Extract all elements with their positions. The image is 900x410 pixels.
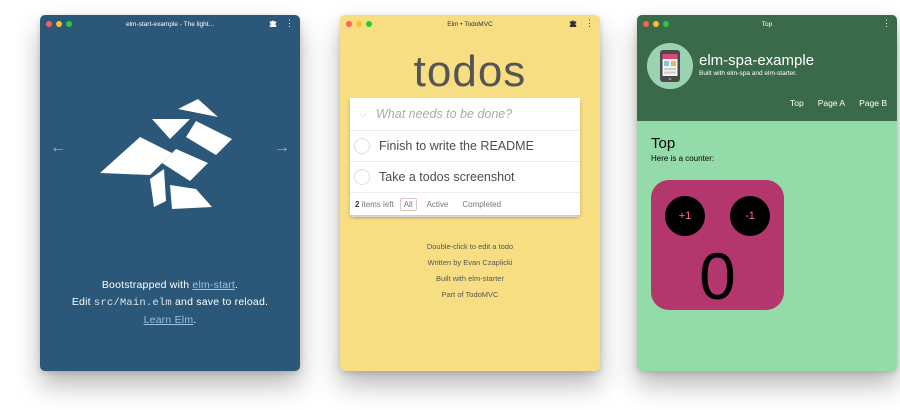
- items-left-count: 2 items left: [355, 199, 394, 209]
- app-title: todos: [413, 47, 527, 96]
- new-todo-input[interactable]: [376, 107, 580, 121]
- todo-item[interactable]: Take a todos screenshot: [350, 162, 580, 193]
- titlebar[interactable]: elm-start-example - The light... ⋮: [40, 15, 300, 33]
- todo-footer: 2 items left All Active Completed: [350, 193, 580, 215]
- menu-dots-icon[interactable]: ⋮: [585, 19, 594, 28]
- main-nav: Top Page A Page B: [790, 98, 887, 108]
- learn-elm-link[interactable]: Learn Elm: [144, 314, 194, 326]
- info-line: Built with elm-starter: [436, 274, 504, 283]
- titlebar-icons: ⋮: [269, 19, 294, 28]
- info-line: Double-click to edit a todo: [426, 242, 514, 251]
- window-title: Top: [761, 20, 773, 28]
- window-elm-spa: Top ⋮ elm-spa-example Built with elm-spa…: [637, 15, 897, 371]
- close-dot-icon[interactable]: [346, 21, 352, 27]
- minimize-dot-icon[interactable]: [56, 21, 62, 27]
- todo-item[interactable]: Finish to write the README: [350, 131, 580, 162]
- minimize-dot-icon[interactable]: [653, 21, 659, 27]
- window-elm-start: elm-start-example - The light... ⋮ ← → B…: [40, 15, 300, 371]
- counter-value: 0: [699, 239, 736, 313]
- elm-logo-icon: [100, 99, 232, 209]
- todo-label: Take a todos screenshot: [379, 170, 515, 184]
- app-name: elm-spa-example: [699, 52, 815, 69]
- arrow-right-icon[interactable]: →: [274, 139, 290, 157]
- main-file-path: src/Main.elm: [93, 297, 172, 309]
- menu-dots-icon[interactable]: ⋮: [882, 19, 891, 28]
- puzzle-icon[interactable]: [269, 19, 277, 27]
- titlebar[interactable]: Elm • TodoMVC ⋮: [340, 15, 600, 33]
- menu-dots-icon[interactable]: ⋮: [285, 19, 294, 28]
- app-subtitle: Built with elm-spa and elm-starter.: [699, 70, 797, 77]
- counter-widget: +1 -1 0: [651, 180, 784, 313]
- window-controls: [46, 21, 72, 27]
- info-footer: Double-click to edit a todo Written by E…: [340, 239, 600, 303]
- info-line: Written by Evan Czaplicki: [427, 258, 513, 267]
- info-line-1: Bootstrapped with elm-start.: [101, 279, 239, 291]
- close-dot-icon[interactable]: [643, 21, 649, 27]
- filter-active[interactable]: Active: [423, 198, 453, 211]
- elm-start-link[interactable]: elm-start: [192, 279, 235, 291]
- nav-top[interactable]: Top: [790, 98, 804, 108]
- info-line-3: Learn Elm.: [143, 314, 197, 326]
- bootstrap-info: Bootstrapped with elm-start. Edit src/Ma…: [40, 277, 300, 329]
- page-description: Here is a counter:: [651, 154, 715, 163]
- window-title: Elm • TodoMVC: [447, 20, 493, 28]
- filter-completed[interactable]: Completed: [458, 198, 505, 211]
- maximize-dot-icon[interactable]: [66, 21, 72, 27]
- todo-list: ⌵ Finish to write the README Take a todo…: [350, 98, 580, 215]
- nav-page-a[interactable]: Page A: [818, 98, 845, 108]
- titlebar[interactable]: Top ⋮: [637, 15, 897, 33]
- checkbox-icon[interactable]: [354, 138, 370, 154]
- page-title: Top: [651, 135, 676, 152]
- info-line: Part of TodoMVC: [441, 290, 499, 299]
- window-controls: [346, 21, 372, 27]
- window-title: elm-start-example - The light...: [125, 20, 215, 28]
- decrement-button[interactable]: -1: [730, 196, 770, 236]
- close-dot-icon[interactable]: [46, 21, 52, 27]
- maximize-dot-icon[interactable]: [663, 21, 669, 27]
- minimize-dot-icon[interactable]: [356, 21, 362, 27]
- arrow-left-icon[interactable]: ←: [50, 139, 66, 157]
- checkbox-icon[interactable]: [354, 169, 370, 185]
- phone-logo-icon: [647, 43, 693, 89]
- filter-all[interactable]: All: [399, 197, 417, 211]
- puzzle-icon[interactable]: [569, 19, 577, 27]
- titlebar-icons: ⋮: [882, 19, 891, 28]
- titlebar-icons: ⋮: [569, 19, 594, 28]
- window-todomvc: Elm • TodoMVC ⋮ todos ⌵ Finish to write …: [340, 15, 600, 371]
- chevron-down-icon[interactable]: ⌵: [350, 108, 376, 121]
- maximize-dot-icon[interactable]: [366, 21, 372, 27]
- window-controls: [643, 21, 669, 27]
- app-header: Top ⋮ elm-spa-example Built with elm-spa…: [637, 15, 897, 121]
- todo-label: Finish to write the README: [379, 139, 534, 153]
- nav-page-b[interactable]: Page B: [859, 98, 887, 108]
- increment-button[interactable]: +1: [665, 196, 705, 236]
- info-line-2: Edit src/Main.elm and save to reload.: [71, 296, 269, 309]
- new-todo-row: ⌵: [350, 98, 580, 131]
